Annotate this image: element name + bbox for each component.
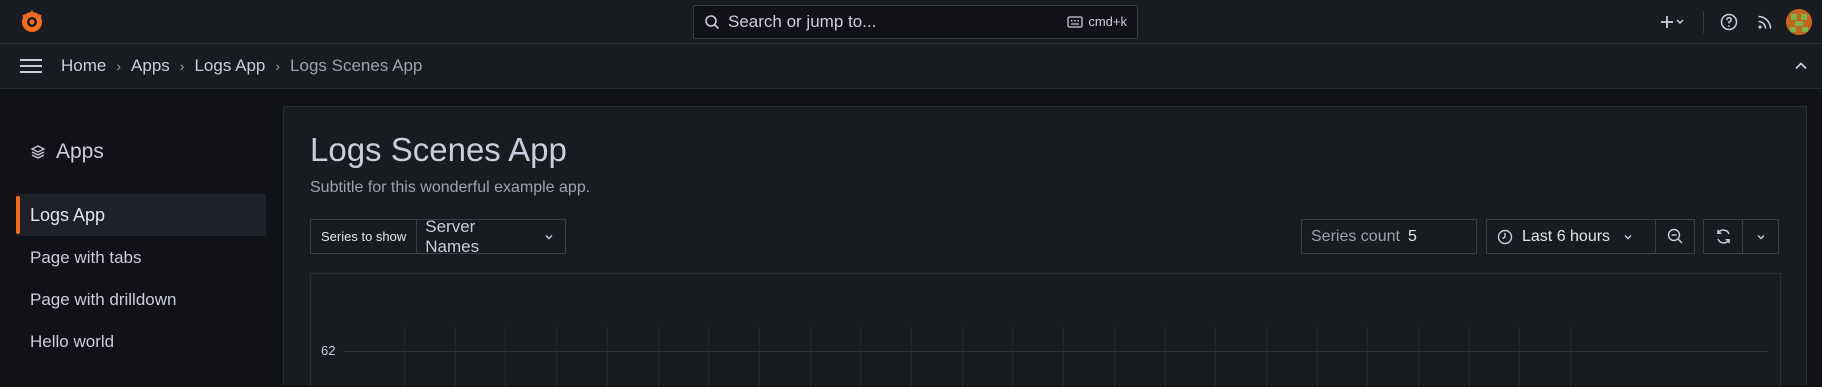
grid-line-vertical — [1113, 327, 1115, 387]
grid-line-vertical — [1164, 327, 1166, 387]
sidebar-item-label: Page with tabs — [30, 248, 142, 267]
sidebar-title-text: Apps — [56, 140, 104, 163]
help-button[interactable] — [1714, 7, 1744, 37]
zoom-out-button[interactable] — [1656, 219, 1695, 254]
main-content: Logs Scenes App Subtitle for this wonder… — [283, 106, 1807, 387]
rss-icon — [1758, 15, 1772, 29]
search-shortcut: cmd+k — [1067, 14, 1127, 29]
grid-line-vertical — [1316, 327, 1318, 387]
grid-line-vertical — [505, 327, 507, 387]
chevron-right-icon: › — [179, 58, 185, 74]
grid-line-vertical — [1265, 327, 1267, 387]
series-count-value: 5 — [1407, 227, 1417, 245]
grid-line-vertical — [708, 327, 710, 387]
variable-value: Server Names — [425, 216, 480, 256]
grid-line-vertical — [911, 327, 912, 387]
sidebar-item-label: Logs App — [30, 204, 106, 225]
search-bar[interactable]: Search or jump to... cmd+k — [693, 5, 1138, 39]
search-icon — [705, 15, 720, 30]
sidebar: Apps Logs App Page with tabs Page with d… — [0, 89, 283, 385]
grid-line-vertical — [606, 327, 608, 387]
breadcrumb-logs-app[interactable]: Logs App — [194, 56, 265, 76]
grid-line-vertical — [961, 327, 963, 387]
new-button[interactable] — [1653, 7, 1693, 37]
grafana-logo-icon[interactable] — [18, 8, 46, 36]
avatar[interactable] — [1786, 9, 1812, 35]
grid-line-vertical — [1367, 327, 1369, 387]
topbar-actions — [1653, 0, 1822, 44]
nav-bar: Home › Apps › Logs App › Logs Scenes App — [0, 44, 1822, 89]
chevron-down-icon — [1757, 234, 1764, 239]
shortcut-text: cmd+k — [1088, 14, 1127, 29]
chevron-up-icon — [1795, 62, 1807, 70]
refresh-picker — [1703, 219, 1779, 254]
breadcrumb-home[interactable]: Home — [61, 56, 106, 76]
chevron-down-icon — [1624, 234, 1632, 239]
variable-select[interactable]: Server Names — [417, 216, 567, 256]
grid-line-vertical — [556, 327, 558, 387]
grid-line-vertical — [657, 327, 659, 387]
grid-line-vertical — [1468, 327, 1470, 387]
menu-icon[interactable] — [20, 57, 42, 75]
grid-line-vertical — [1418, 327, 1419, 387]
search-placeholder: Search or jump to... — [728, 12, 877, 31]
grid-line-vertical — [860, 327, 862, 387]
grid-line-vertical — [1570, 327, 1572, 387]
keyboard-icon — [1067, 15, 1083, 28]
series-count-label: Series count — [1311, 227, 1400, 245]
grid-line-vertical — [1519, 327, 1521, 387]
layers-icon — [30, 145, 46, 159]
variable-picker: Series to show Server Names — [310, 216, 567, 256]
grid-line-vertical — [454, 327, 456, 387]
plus-icon — [1661, 16, 1684, 28]
grid-line-vertical — [1215, 327, 1217, 387]
page-subtitle: Subtitle for this wonderful example app. — [310, 179, 591, 196]
time-range-button[interactable]: Last 6 hours — [1486, 219, 1656, 254]
news-button[interactable] — [1744, 7, 1786, 37]
top-bar: Search or jump to... cmd+k — [0, 0, 1822, 44]
timeseries-panel: 62 — [310, 273, 1781, 387]
zoom-out-icon — [1667, 228, 1683, 244]
chevron-down-icon — [545, 234, 553, 239]
time-range-label: Last 6 hours — [1522, 227, 1611, 245]
grid-line-vertical — [1063, 327, 1065, 387]
refresh-icon — [1716, 229, 1730, 244]
y-axis-tick-label: 62 — [321, 343, 336, 358]
breadcrumb-current: Logs Scenes App — [290, 56, 423, 75]
sidebar-title: Apps — [30, 140, 104, 164]
series-count-input[interactable]: Series count 5 — [1301, 219, 1477, 254]
breadcrumb-apps[interactable]: Apps — [131, 56, 170, 76]
sidebar-item-label: Hello world — [30, 332, 115, 351]
refresh-interval-dropdown[interactable] — [1743, 219, 1779, 254]
variable-label: Series to show — [310, 219, 418, 254]
sidebar-item-logs-app[interactable]: Logs App — [16, 194, 266, 236]
help-icon — [1720, 13, 1738, 31]
grid-line-vertical — [809, 327, 811, 387]
refresh-button[interactable] — [1703, 219, 1743, 254]
sidebar-item-page-with-tabs[interactable]: Page with tabs — [16, 237, 266, 279]
chevron-right-icon: › — [275, 58, 281, 74]
time-picker: Last 6 hours — [1486, 219, 1695, 254]
sidebar-item-hello-world[interactable]: Hello world — [16, 321, 266, 363]
collapse-button[interactable] — [1794, 59, 1808, 78]
page-title: Logs Scenes App — [310, 131, 567, 168]
grid-line-vertical — [404, 327, 405, 387]
chevron-right-icon: › — [116, 58, 122, 74]
sidebar-item-page-with-drilldown[interactable]: Page with drilldown — [16, 279, 266, 321]
sidebar-item-label: Page with drilldown — [30, 290, 177, 309]
divider — [1703, 11, 1704, 33]
grid-line-vertical — [1012, 327, 1014, 387]
breadcrumb: Home › Apps › Logs App › Logs Scenes App — [61, 56, 422, 76]
clock-icon — [1497, 229, 1513, 244]
grid-line-vertical — [758, 327, 760, 387]
